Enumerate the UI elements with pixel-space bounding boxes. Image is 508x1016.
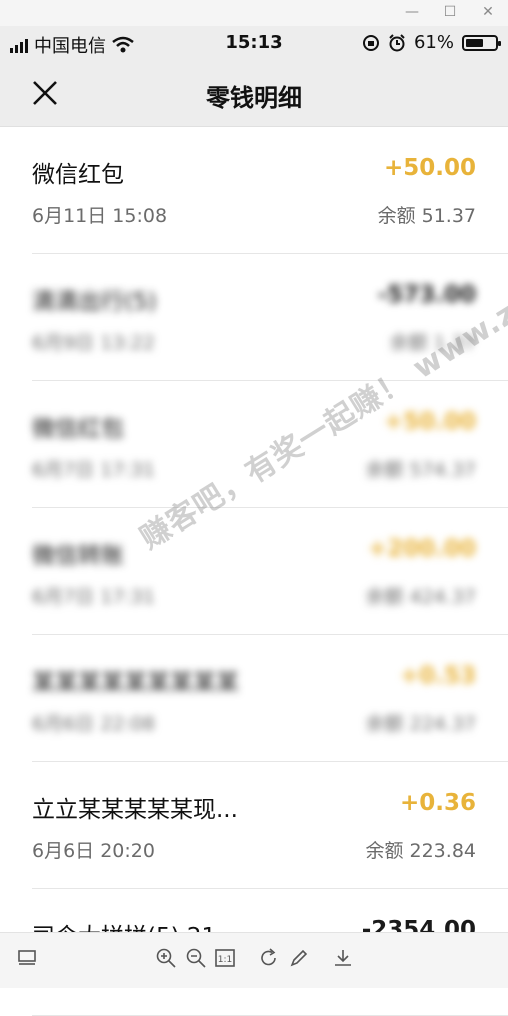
transaction-balance: 余额 424.37 <box>365 586 476 608</box>
actual-size-icon[interactable]: 1:1 <box>214 947 236 969</box>
transaction-name: 立立某某某某某现... <box>32 797 238 823</box>
alarm-icon <box>389 33 405 51</box>
transaction-row[interactable]: 微信红包 6月11日 15:08 +50.00 余额 51.37 <box>32 127 508 254</box>
transaction-date: 6月6日 20:20 <box>32 840 155 862</box>
status-bar: 中国电信 15:13 61% <box>0 26 508 60</box>
svg-text:1:1: 1:1 <box>218 955 232 965</box>
viewer-toolbar: 1:1 <box>0 932 508 988</box>
transaction-amount: +200.00 <box>367 536 476 562</box>
lock-rotation-icon <box>362 34 379 51</box>
transaction-date: 6月9日 13:22 <box>32 332 155 354</box>
zoom-out-icon[interactable] <box>185 947 207 969</box>
transaction-date: 6月7日 17:31 <box>32 586 155 608</box>
transaction-date: 6月7日 17:31 <box>32 459 155 481</box>
transaction-date: 6月11日 15:08 <box>32 205 168 227</box>
nav-bar: 零钱明细 <box>0 60 508 127</box>
maximize-icon[interactable]: ☐ <box>440 2 460 22</box>
transaction-name: 某某某某某某某某某 <box>32 670 239 696</box>
transaction-balance: 余额 223.84 <box>365 840 476 862</box>
layout-icon[interactable] <box>16 947 38 969</box>
transaction-balance: 余额 574.37 <box>365 459 476 481</box>
transaction-name: 滴滴出行(5) <box>32 289 157 315</box>
download-icon[interactable] <box>332 947 354 969</box>
window-titlebar: — ☐ ✕ <box>0 0 508 26</box>
transaction-balance: 余额 224.37 <box>365 713 476 735</box>
transaction-name: 微信红包 <box>32 162 124 188</box>
transaction-row[interactable]: 立立某某某某某现... 6月6日 20:20 +0.36 余额 223.84 <box>32 762 508 889</box>
transaction-name: 微信转账 <box>32 543 124 569</box>
transaction-name: 微信红包 <box>32 416 124 442</box>
transaction-list: 微信红包 6月11日 15:08 +50.00 余额 51.37 滴滴出行(5) 6月9日… <box>0 127 508 1016</box>
transaction-row[interactable]: 某某某某某某某某某 6月6日 22:08 +0.53 余额 224.37 <box>32 635 508 762</box>
rotate-icon[interactable] <box>258 947 280 969</box>
battery-percent: 61% <box>413 32 454 53</box>
battery-icon <box>462 34 501 51</box>
page-title: 零钱明细 <box>206 84 302 112</box>
transaction-row[interactable]: 微信转账 6月7日 17:31 +200.00 余额 424.37 <box>32 508 508 635</box>
transaction-amount: -573.00 <box>377 282 476 308</box>
close-window-icon[interactable]: ✕ <box>478 2 498 22</box>
zoom-in-icon[interactable] <box>155 947 177 969</box>
transaction-amount: +0.53 <box>399 663 476 689</box>
transaction-date: 6月6日 22:08 <box>32 713 155 735</box>
edit-icon[interactable] <box>288 947 310 969</box>
transaction-amount: +50.00 <box>383 155 476 181</box>
transaction-amount: +50.00 <box>383 409 476 435</box>
transaction-amount: +0.36 <box>399 790 476 816</box>
transaction-balance: 余额 51.37 <box>377 205 476 227</box>
minimize-icon[interactable]: — <box>402 2 422 22</box>
